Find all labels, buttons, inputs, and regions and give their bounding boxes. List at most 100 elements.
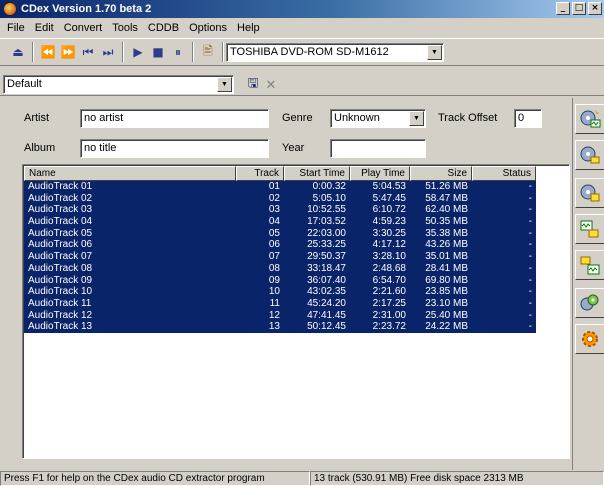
- track-play-time: 6:10.72: [372, 204, 406, 216]
- profile-select-value: Default: [7, 78, 42, 90]
- close-button[interactable]: ×: [588, 2, 602, 15]
- table-row[interactable]: AudioTrack 02 02 5:05.10 5:47.45 58.47 MB -: [24, 192, 536, 205]
- record-icon[interactable]: [575, 288, 604, 318]
- track-status: -: [528, 309, 532, 321]
- track-name: AudioTrack 11: [28, 297, 92, 309]
- extract-partial-icon[interactable]: [575, 178, 604, 208]
- maximize-button[interactable]: □: [572, 2, 586, 15]
- column-play-time[interactable]: Play Time: [350, 166, 410, 181]
- track-number: 02: [268, 192, 280, 204]
- track-number: 07: [268, 251, 280, 263]
- track-size: 69.80 MB: [425, 274, 468, 286]
- genre-select[interactable]: Unknown ▼: [330, 109, 426, 128]
- status-bar: Press F1 for help on the CDex audio CD e…: [0, 471, 604, 486]
- status-help-text: Press F1 for help on the CDex audio CD e…: [0, 471, 310, 486]
- chevron-down-icon[interactable]: ▼: [217, 77, 232, 92]
- toolbar-separator: [122, 42, 124, 62]
- track-start-time: 0:00.32: [312, 181, 346, 192]
- track-status: -: [528, 216, 532, 228]
- table-row[interactable]: AudioTrack 12 12 47:41.45 2:31.00 25.40 MB -: [24, 309, 536, 322]
- menu-cddb[interactable]: CDDB: [143, 22, 184, 34]
- track-play-time: 2:31.00: [372, 309, 406, 321]
- column-name[interactable]: Name: [24, 166, 236, 181]
- configure-gear-icon[interactable]: [575, 324, 604, 354]
- track-rows: AudioTrack 01 01 0:00.32 5:04.53 51.26 MB - Au…: [24, 181, 536, 333]
- table-row[interactable]: AudioTrack 09 09 36:07.40 6:54.70 69.80 MB -: [24, 274, 536, 287]
- year-input[interactable]: [330, 139, 426, 158]
- play-icon[interactable]: ▶: [128, 42, 148, 62]
- menu-file[interactable]: File: [2, 22, 30, 34]
- track-status: -: [528, 286, 532, 298]
- drive-select-value: TOSHIBA DVD-ROM SD-M1612: [230, 46, 389, 58]
- svg-text:↘: ↘: [594, 110, 599, 116]
- menu-edit[interactable]: Edit: [30, 22, 59, 34]
- table-row[interactable]: AudioTrack 01 01 0:00.32 5:04.53 51.26 MB -: [24, 181, 536, 193]
- track-name: AudioTrack 04: [28, 216, 93, 228]
- profile-select[interactable]: Default ▼: [3, 75, 234, 94]
- track-name: AudioTrack 02: [28, 192, 93, 204]
- pause-icon[interactable]: ⏸: [168, 42, 188, 62]
- drive-select[interactable]: TOSHIBA DVD-ROM SD-M1612 ▼: [226, 43, 444, 62]
- track-size: 43.26 MB: [425, 239, 468, 251]
- extract-to-compressed-icon[interactable]: [575, 140, 604, 170]
- column-track[interactable]: Track: [236, 166, 284, 181]
- table-row[interactable]: AudioTrack 03 03 10:52.55 6:10.72 62.40 MB -: [24, 204, 536, 217]
- window-title: CDex Version 1.70 beta 2: [21, 3, 152, 15]
- convert-compressed-icon[interactable]: [575, 250, 604, 280]
- next-track-icon[interactable]: ⏭: [98, 42, 118, 62]
- table-row[interactable]: AudioTrack 06 06 25:33.25 4:17.12 43.26 MB -: [24, 239, 536, 252]
- column-start-time[interactable]: Start Time: [284, 166, 350, 181]
- convert-wav-icon[interactable]: [575, 214, 604, 244]
- chevron-down-icon[interactable]: ▼: [427, 45, 442, 60]
- minimize-button[interactable]: _: [556, 2, 570, 15]
- previous-track-icon[interactable]: ⏮: [78, 42, 98, 62]
- track-status: -: [528, 181, 532, 192]
- track-name: AudioTrack 05: [28, 227, 93, 239]
- column-size[interactable]: Size: [410, 166, 472, 181]
- track-size: 24.22 MB: [425, 321, 468, 333]
- artist-input[interactable]: no artist: [80, 109, 269, 128]
- fast-forward-icon[interactable]: ⏩: [58, 42, 78, 62]
- menu-help[interactable]: Help: [232, 22, 265, 34]
- save-profile-icon[interactable]: 🖫: [244, 76, 262, 94]
- album-input[interactable]: no title: [80, 139, 269, 158]
- eject-icon[interactable]: ⏏: [8, 42, 28, 62]
- track-play-time: 5:47.45: [372, 192, 406, 204]
- table-row[interactable]: AudioTrack 11 11 45:24.20 2:17.25 23.10 MB -: [24, 297, 536, 310]
- genre-select-value: Unknown: [334, 112, 380, 124]
- track-start-time: 22:03.00: [307, 227, 346, 239]
- action-sidebar: ↘: [572, 98, 604, 470]
- menu-tools[interactable]: Tools: [107, 22, 143, 34]
- extract-to-wav-icon[interactable]: ↘: [575, 104, 604, 134]
- stop-icon[interactable]: ■: [148, 42, 168, 62]
- track-status: -: [528, 204, 532, 216]
- track-offset-input[interactable]: 0: [514, 109, 542, 128]
- table-row[interactable]: AudioTrack 04 04 17:03.52 4:59.23 50.35 MB -: [24, 216, 536, 228]
- track-play-time: 2:23.72: [372, 321, 406, 333]
- menu-options[interactable]: Options: [184, 22, 232, 34]
- track-start-time: 36:07.40: [307, 274, 346, 286]
- track-start-time: 43:02.35: [307, 286, 346, 298]
- menu-convert[interactable]: Convert: [59, 22, 108, 34]
- rewind-icon[interactable]: ⏪: [38, 42, 58, 62]
- track-size: 35.01 MB: [425, 251, 468, 263]
- track-size: 23.85 MB: [425, 286, 468, 298]
- delete-profile-icon[interactable]: ✕: [262, 76, 280, 94]
- track-status: -: [528, 239, 532, 251]
- cd-info-icon[interactable]: 🖹: [198, 42, 218, 62]
- track-play-time: 2:48.68: [372, 262, 406, 274]
- table-row[interactable]: AudioTrack 08 08 33:18.47 2:48.68 28.41 MB -: [24, 262, 536, 275]
- track-list[interactable]: Name Track Start Time Play Time Size Sta…: [22, 164, 570, 459]
- genre-label: Genre: [282, 112, 313, 124]
- column-status[interactable]: Status: [472, 166, 536, 181]
- chevron-down-icon[interactable]: ▼: [409, 111, 424, 126]
- table-row[interactable]: AudioTrack 07 07 29:50.37 3:28.10 35.01 MB -: [24, 251, 536, 263]
- track-number: 08: [268, 262, 280, 274]
- track-name: AudioTrack 03: [28, 204, 93, 216]
- track-play-time: 2:21.60: [372, 286, 406, 298]
- table-row[interactable]: AudioTrack 13 13 50:12.45 2:23.72 24.22 MB -: [24, 321, 536, 333]
- track-size: 51.26 MB: [425, 181, 468, 192]
- status-track-summary: 13 track (530.91 MB) Free disk space 231…: [310, 471, 604, 486]
- table-row[interactable]: AudioTrack 10 10 43:02.35 2:21.60 23.85 MB -: [24, 286, 536, 298]
- table-row[interactable]: AudioTrack 05 05 22:03.00 3:30.25 35.38 MB -: [24, 227, 536, 240]
